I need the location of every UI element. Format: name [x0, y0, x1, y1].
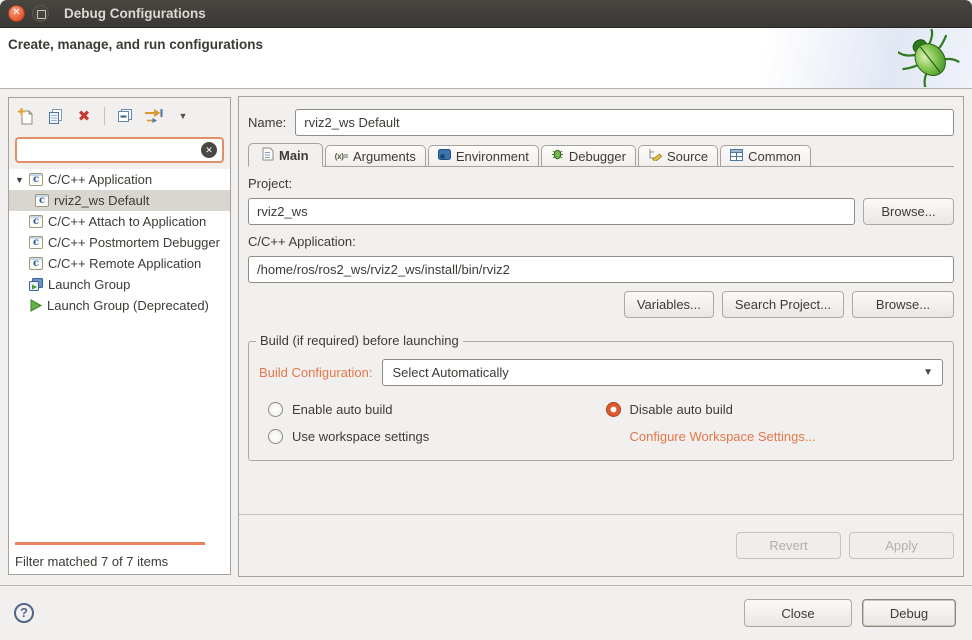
c-application-icon: c: [29, 257, 43, 270]
help-icon[interactable]: ?: [14, 603, 34, 623]
debug-configurations-dialog: ✕ Debug Configurations Create, manage, a…: [0, 0, 972, 640]
application-input[interactable]: [248, 256, 954, 283]
revert-apply-bar: Revert Apply: [239, 514, 963, 576]
tab-arguments[interactable]: (x)= Arguments: [325, 145, 426, 166]
chevron-down-icon: ▼: [923, 367, 933, 378]
close-button[interactable]: Close: [744, 599, 852, 627]
configurations-tree[interactable]: ▼ c C/C++ Application c rviz2_ws Default…: [9, 169, 230, 574]
radio-off-icon[interactable]: [268, 402, 283, 417]
dialog-header: Create, manage, and run configurations: [0, 28, 972, 89]
filter-search-input[interactable]: [22, 143, 201, 158]
beetle-icon: [898, 29, 960, 90]
tree-item-cpp-remote[interactable]: c C/C++ Remote Application: [9, 253, 230, 274]
c-application-icon: c: [29, 215, 43, 228]
build-configuration-select[interactable]: Select Automatically ▼: [382, 359, 943, 386]
build-group: Build (if required) before launching Bui…: [248, 341, 954, 461]
debugger-bug-icon: [551, 148, 564, 164]
radio-on-icon[interactable]: [606, 402, 621, 417]
new-configuration-icon[interactable]: [16, 106, 36, 126]
build-configuration-label: Build Configuration:: [259, 365, 372, 380]
document-icon: [262, 147, 274, 164]
titlebar[interactable]: ✕ Debug Configurations: [0, 0, 972, 28]
sidebar-toolbar: ✖ ▼: [9, 98, 230, 134]
tab-common[interactable]: Common: [720, 145, 811, 166]
project-label: Project:: [248, 176, 954, 191]
tree-item-launch-group-deprecated[interactable]: Launch Group (Deprecated): [9, 295, 230, 316]
toolbar-menu-icon[interactable]: ▼: [173, 106, 193, 126]
filter-status-text: Filter matched 7 of 7 items: [15, 554, 168, 569]
tree-item-cpp-application[interactable]: ▼ c C/C++ Application: [9, 169, 230, 190]
launch-group-icon: [29, 278, 43, 291]
dialog-subtitle: Create, manage, and run configurations: [8, 37, 263, 52]
configurations-sidebar: ✖ ▼ ✕ ▼ c C/C++ Application c rviz2_ws D…: [8, 97, 231, 575]
c-application-icon: c: [29, 173, 43, 186]
clear-filter-icon[interactable]: ✕: [201, 142, 217, 158]
expander-arrow-icon[interactable]: ▼: [15, 175, 29, 185]
launch-group-deprecated-icon: [29, 299, 42, 312]
filter-launch-configurations-icon[interactable]: [144, 106, 164, 126]
disable-auto-build-radio[interactable]: Disable auto build: [606, 402, 944, 417]
c-application-icon: c: [35, 194, 49, 207]
application-label: C/C++ Application:: [248, 234, 954, 249]
tab-source[interactable]: Source: [638, 145, 718, 166]
name-label: Name:: [248, 115, 286, 130]
search-project-button[interactable]: Search Project...: [722, 291, 844, 318]
window-close-icon[interactable]: ✕: [8, 5, 25, 22]
configure-workspace-settings-link[interactable]: Configure Workspace Settings...: [606, 429, 944, 444]
collapse-all-icon[interactable]: [115, 106, 135, 126]
toolbar-separator: [104, 107, 105, 125]
enable-auto-build-radio[interactable]: Enable auto build: [268, 402, 606, 417]
window-title: Debug Configurations: [64, 6, 206, 21]
filter-progress-line: [15, 542, 205, 545]
name-input[interactable]: [295, 109, 954, 136]
tree-item-rviz2-ws-default[interactable]: c rviz2_ws Default: [9, 190, 230, 211]
editor-tabs: Main (x)= Arguments Environment Debugger: [248, 143, 954, 167]
environment-icon: [438, 148, 451, 164]
tab-debugger[interactable]: Debugger: [541, 145, 636, 166]
tree-item-launch-group[interactable]: Launch Group: [9, 274, 230, 295]
table-icon: [730, 149, 743, 164]
application-browse-button[interactable]: Browse...: [852, 291, 954, 318]
use-workspace-settings-radio[interactable]: Use workspace settings: [268, 429, 606, 444]
variables-button[interactable]: Variables...: [624, 291, 714, 318]
tab-environment[interactable]: Environment: [428, 145, 539, 166]
apply-button[interactable]: Apply: [849, 532, 954, 559]
build-group-legend: Build (if required) before launching: [256, 333, 463, 348]
project-input[interactable]: [248, 198, 855, 225]
tree-item-cpp-postmortem[interactable]: c C/C++ Postmortem Debugger: [9, 232, 230, 253]
radio-off-icon[interactable]: [268, 429, 283, 444]
dialog-footer: ? Close Debug: [0, 586, 972, 640]
source-icon: [648, 148, 662, 164]
c-application-icon: c: [29, 236, 43, 249]
tab-main[interactable]: Main: [248, 143, 323, 167]
arguments-icon: (x)=: [335, 151, 348, 161]
filter-search-box[interactable]: ✕: [15, 137, 224, 163]
configuration-editor: Name: Main (x)= Arguments Environment: [238, 96, 964, 577]
revert-button[interactable]: Revert: [736, 532, 841, 559]
duplicate-icon[interactable]: [45, 106, 65, 126]
window-maximize-icon[interactable]: [32, 5, 49, 22]
project-browse-button[interactable]: Browse...: [863, 198, 954, 225]
delete-icon[interactable]: ✖: [74, 106, 94, 126]
tree-item-cpp-attach[interactable]: c C/C++ Attach to Application: [9, 211, 230, 232]
debug-button[interactable]: Debug: [862, 599, 956, 627]
